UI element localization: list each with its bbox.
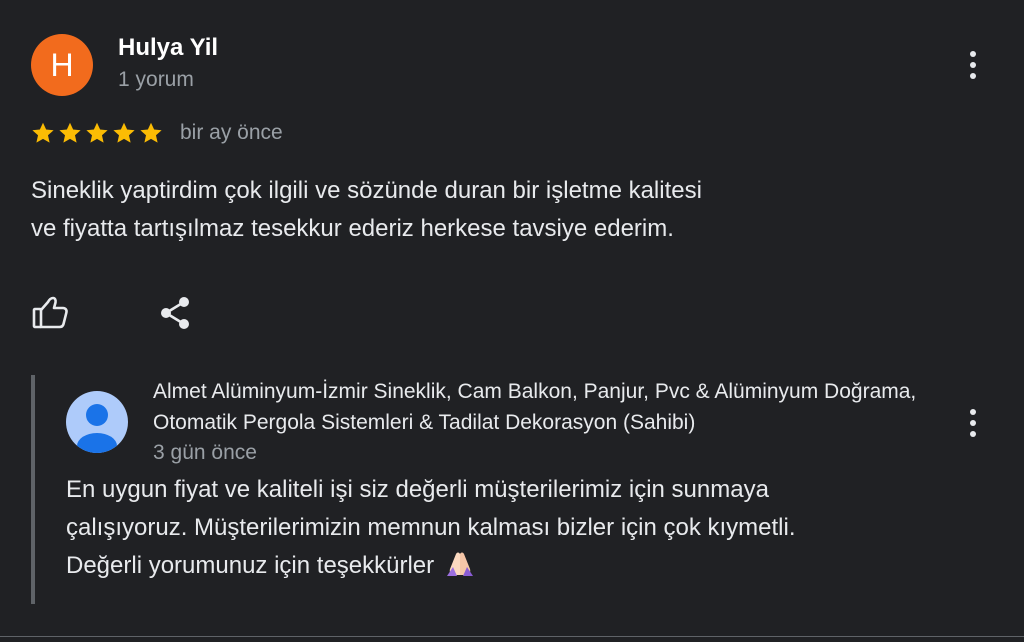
person-icon bbox=[77, 404, 117, 453]
star-icon bbox=[59, 122, 81, 143]
more-vert-icon-dot bbox=[970, 420, 976, 426]
star-icon bbox=[113, 122, 135, 143]
owner-reply-text: En uygun fiyat ve kaliteli işi siz değer… bbox=[66, 471, 966, 585]
reply-text-line-last: Değerli yorumunuz için teşekkürler bbox=[66, 547, 966, 585]
star-rating bbox=[30, 120, 164, 146]
reply-indent-bar bbox=[31, 375, 35, 604]
review-date: bir ay önce bbox=[180, 121, 283, 144]
reply-text-line: çalışıyoruz. Müşterilerimizin memnun kal… bbox=[66, 514, 796, 541]
review-text: Sineklik yaptirdim çok ilgili ve sözünde… bbox=[31, 172, 831, 248]
reviewer-avatar[interactable]: H bbox=[31, 34, 93, 96]
reviewer-review-count: 1 yorum bbox=[118, 68, 194, 91]
review-text-line: Sineklik yaptirdim çok ilgili ve sözünde… bbox=[31, 177, 702, 204]
more-vert-icon bbox=[970, 51, 976, 57]
owner-reply-date: 3 gün önce bbox=[153, 441, 257, 464]
share-button[interactable] bbox=[157, 293, 195, 333]
thumb-up-icon bbox=[32, 296, 68, 329]
reply-more-options-button[interactable] bbox=[958, 401, 988, 445]
divider bbox=[0, 636, 1024, 637]
owner-avatar[interactable] bbox=[66, 391, 128, 453]
share-icon bbox=[161, 297, 189, 329]
folded-hands-emoji bbox=[446, 552, 473, 576]
avatar-initial: H bbox=[50, 46, 74, 83]
star-icon bbox=[140, 122, 162, 143]
more-vert-icon bbox=[970, 409, 976, 415]
like-button[interactable] bbox=[30, 293, 70, 333]
owner-name: Almet Alüminyum-İzmir Sineklik, Cam Balk… bbox=[153, 380, 917, 434]
star-icon bbox=[32, 122, 54, 143]
more-vert-icon-dot bbox=[970, 62, 976, 68]
reviewer-name[interactable]: Hulya Yil bbox=[118, 34, 218, 62]
review-text-line: ve fiyatta tartışılmaz tesekkur ederiz h… bbox=[31, 215, 674, 242]
reply-text-fragment: Değerli yorumunuz için teşekkürler bbox=[66, 552, 435, 579]
star-icon bbox=[86, 122, 108, 143]
more-vert-icon-dot bbox=[970, 73, 976, 79]
more-vert-icon-dot bbox=[970, 431, 976, 437]
reply-text-line: En uygun fiyat ve kaliteli işi siz değer… bbox=[66, 476, 769, 503]
review-more-options-button[interactable] bbox=[958, 43, 988, 87]
review-card: H Hulya Yil 1 yorum bir ay önce Sineklik… bbox=[0, 0, 1024, 642]
